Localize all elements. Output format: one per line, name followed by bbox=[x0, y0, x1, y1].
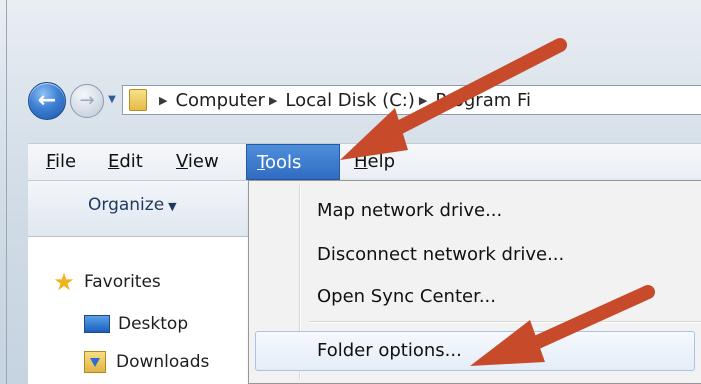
back-arrow-icon: ← bbox=[37, 88, 57, 113]
forward-arrow-icon: → bbox=[79, 90, 95, 111]
recent-pages-button[interactable]: ▼ bbox=[106, 92, 118, 108]
address-bar[interactable]: ▶ Computer ▶ Local Disk (C:) ▶ Program F… bbox=[122, 85, 701, 115]
nav-item-desktop[interactable]: Desktop bbox=[84, 311, 188, 337]
desktop-icon bbox=[84, 315, 110, 333]
breadcrumb-separator-icon[interactable]: ▶ bbox=[269, 94, 277, 107]
menu-tools-label: Tools bbox=[257, 152, 302, 173]
forward-button[interactable]: → bbox=[70, 84, 104, 118]
back-button[interactable]: ← bbox=[28, 82, 66, 120]
menu-view[interactable]: View bbox=[166, 144, 229, 180]
menu-separator bbox=[309, 321, 701, 323]
menu-help-label: Help bbox=[354, 151, 396, 172]
menu-help[interactable]: Help bbox=[344, 144, 405, 180]
breadcrumb-separator-icon[interactable]: ▶ bbox=[159, 94, 167, 107]
breadcrumb-computer[interactable]: Computer bbox=[175, 90, 264, 111]
breadcrumb-separator-icon[interactable]: ▶ bbox=[419, 94, 427, 107]
nav-item-favorites[interactable]: ★ Favorites bbox=[50, 268, 161, 296]
menu-item-map-network-drive[interactable]: Map network drive... bbox=[317, 193, 502, 229]
breadcrumb-local-disk[interactable]: Local Disk (C:) bbox=[285, 90, 414, 111]
explorer-window: ← → ▼ ▶ Computer ▶ Local Disk (C:) ▶ Pro… bbox=[0, 0, 701, 384]
organize-button[interactable]: Organize ▼ bbox=[88, 195, 177, 215]
nav-item-favorites-label: Favorites bbox=[84, 272, 161, 292]
menu-edit[interactable]: Edit bbox=[98, 144, 153, 180]
menu-item-disconnect-network-drive[interactable]: Disconnect network drive... bbox=[317, 237, 564, 273]
menu-edit-label: Edit bbox=[108, 151, 143, 172]
star-icon: ★ bbox=[53, 268, 75, 296]
menu-tools[interactable]: Tools bbox=[246, 144, 340, 180]
chevron-down-icon: ▼ bbox=[108, 94, 116, 105]
tools-menu: Map network drive... Disconnect network … bbox=[248, 180, 701, 384]
menu-item-folder-options[interactable]: Folder options... bbox=[317, 333, 462, 369]
menu-view-label: View bbox=[176, 151, 219, 172]
organize-label: Organize bbox=[88, 195, 165, 215]
downloads-icon bbox=[84, 351, 106, 373]
chevron-down-icon: ▼ bbox=[168, 200, 177, 213]
menu-bar: File Edit View Tools Help bbox=[28, 143, 701, 181]
navigation-bar: ← → ▼ ▶ Computer ▶ Local Disk (C:) ▶ Pro… bbox=[28, 82, 701, 120]
nav-item-downloads-label: Downloads bbox=[116, 352, 210, 372]
menu-file-label: File bbox=[46, 151, 77, 172]
menu-file[interactable]: File bbox=[36, 144, 86, 180]
breadcrumb-program-files[interactable]: Program Fi bbox=[435, 90, 531, 111]
nav-item-downloads[interactable]: Downloads bbox=[84, 349, 209, 375]
menu-item-open-sync-center[interactable]: Open Sync Center... bbox=[317, 279, 496, 315]
nav-item-desktop-label: Desktop bbox=[118, 314, 189, 334]
folder-icon bbox=[129, 89, 147, 111]
